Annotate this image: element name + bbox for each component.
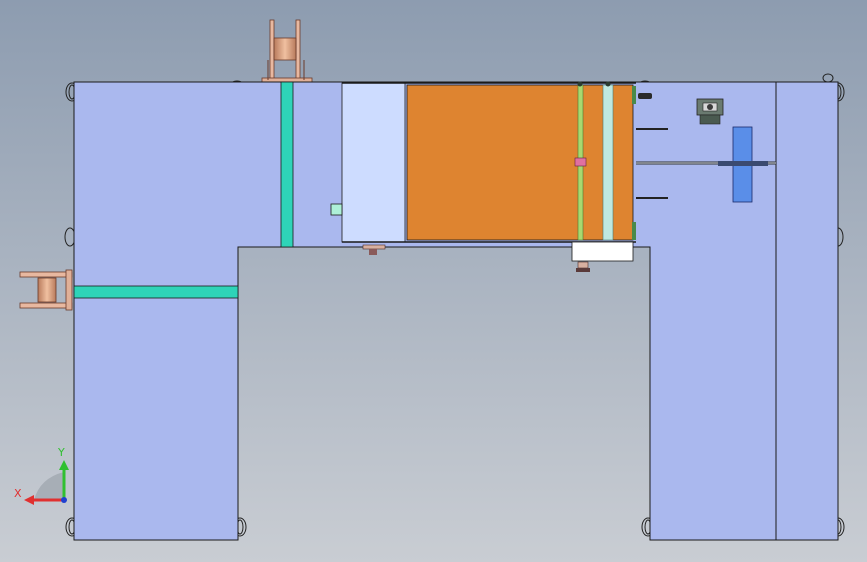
bottom-module-knob[interactable]: [576, 261, 590, 272]
edge-clamp-top: [632, 86, 636, 104]
cyan-horizontal-bar[interactable]: [73, 285, 239, 299]
cyan-vertical-bar[interactable]: [280, 81, 294, 248]
x-axis-label: X: [14, 487, 22, 500]
gear-mechanism[interactable]: [696, 98, 724, 125]
small-square-marker[interactable]: [330, 203, 343, 216]
edge-clamp-bottom: [632, 222, 636, 240]
light-panel[interactable]: [341, 82, 406, 243]
z-axis-dot: [61, 497, 67, 503]
bottom-module[interactable]: [571, 241, 634, 262]
y-axis-label: Y: [57, 446, 65, 459]
tube-cap-top-1: [577, 81, 583, 87]
orange-housing[interactable]: [406, 84, 634, 241]
cad-viewport[interactable]: X Y: [0, 0, 867, 562]
cad-model-view[interactable]: X Y: [0, 0, 867, 562]
tube-connector[interactable]: [574, 157, 587, 167]
glass-tube[interactable]: [602, 84, 614, 241]
disc-hub: [718, 161, 768, 166]
tube-cap-top-2: [605, 81, 611, 87]
